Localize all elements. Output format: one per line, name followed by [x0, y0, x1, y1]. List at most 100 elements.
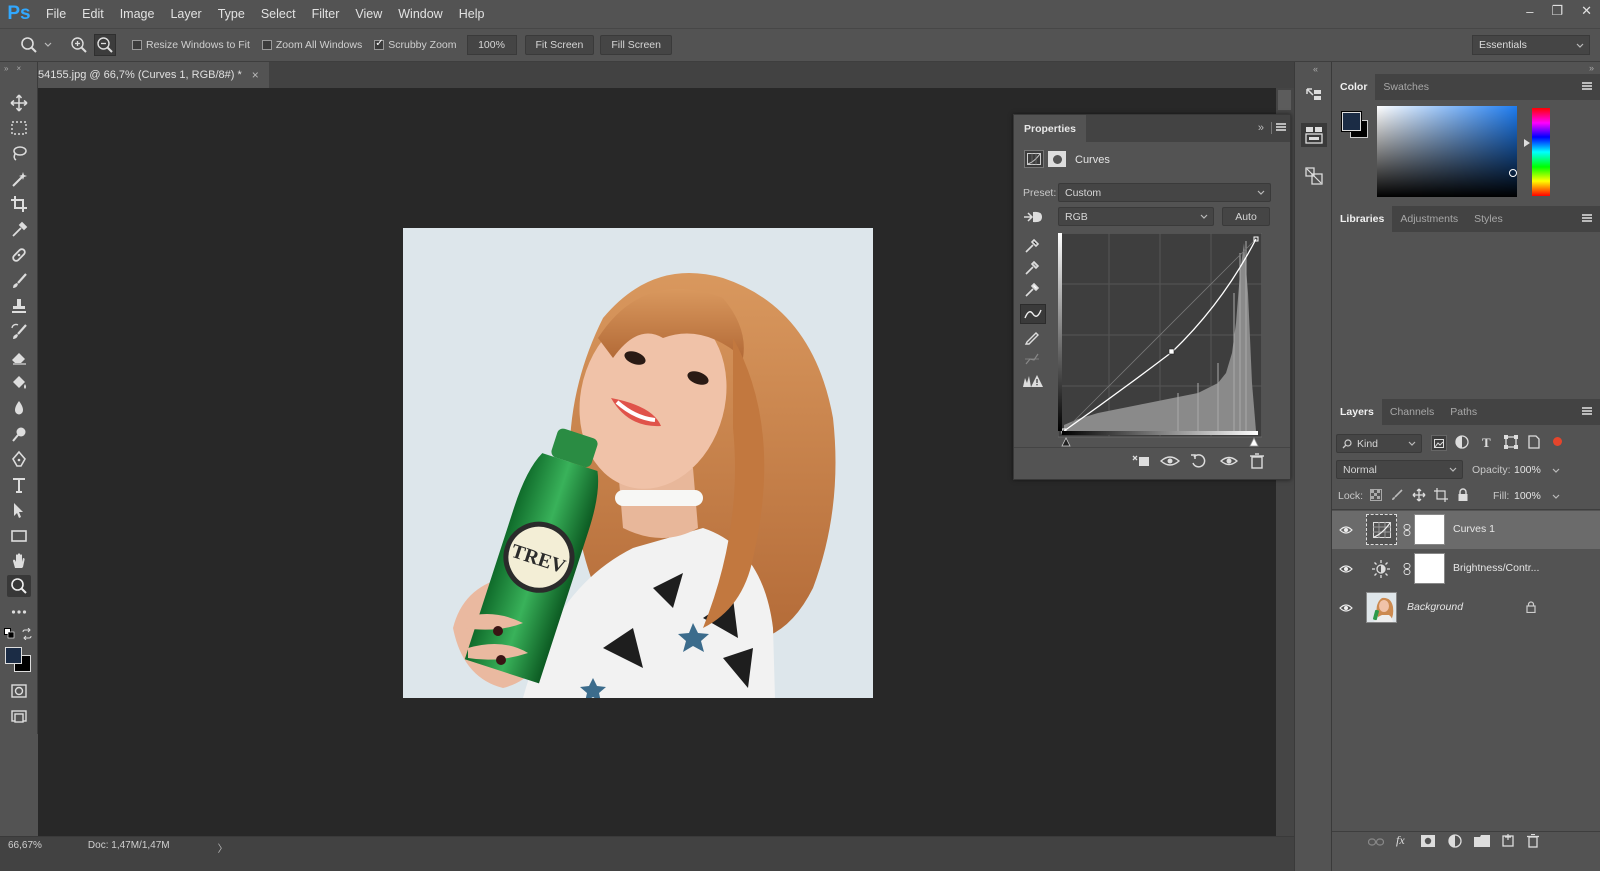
clip-to-layer-icon[interactable] [1132, 453, 1150, 469]
tab-swatches[interactable]: Swatches [1375, 74, 1437, 100]
collapse-panel-icon[interactable]: » [1258, 122, 1264, 134]
reset-adjustment-icon[interactable] [1190, 453, 1206, 469]
expand-panels-icon[interactable]: « [1313, 64, 1318, 74]
curves-adjustment-icon[interactable] [1024, 150, 1044, 168]
move-tool-icon[interactable] [7, 92, 31, 114]
preset-dropdown[interactable]: Custom [1058, 183, 1271, 202]
edit-points-curve-icon[interactable] [1020, 304, 1046, 324]
zoom-value-field[interactable]: 100% [466, 35, 517, 55]
color-picker-cursor[interactable] [1509, 169, 1517, 177]
channel-dropdown[interactable]: RGB [1058, 207, 1214, 226]
workspace-select[interactable]: Essentials [1472, 35, 1590, 55]
layer-mask-thumbnail[interactable] [1414, 514, 1445, 545]
collapse-right-panels-icon[interactable]: » [1589, 63, 1594, 73]
menu-filter[interactable]: Filter [304, 7, 348, 21]
delete-layer-icon[interactable] [1527, 834, 1539, 848]
smooth-curve-icon[interactable] [1024, 351, 1040, 367]
layer-row-curves[interactable]: Curves 1 [1332, 511, 1552, 549]
hue-slider-marker[interactable] [1524, 139, 1530, 147]
tab-adjustments[interactable]: Adjustments [1392, 206, 1466, 232]
rectangle-tool-icon[interactable] [7, 525, 31, 547]
eye-icon[interactable] [1339, 525, 1353, 535]
toggle-visibility-icon[interactable] [1220, 453, 1238, 469]
resize-windows-box[interactable] [132, 40, 142, 50]
menu-type[interactable]: Type [210, 7, 253, 21]
document-image[interactable]: TREV [403, 228, 873, 698]
brush-tool-icon[interactable] [7, 270, 31, 292]
view-previous-state-icon[interactable] [1160, 453, 1180, 469]
filter-pixel-layers-icon[interactable] [1431, 435, 1447, 451]
tab-layers[interactable]: Layers [1332, 399, 1382, 425]
quick-mask-icon[interactable] [7, 680, 31, 702]
close-document-icon[interactable]: × [252, 68, 259, 82]
layer-mask-icon[interactable] [1048, 151, 1066, 167]
properties-menu-icon[interactable] [1276, 123, 1286, 131]
layer-mask-thumbnail[interactable] [1414, 553, 1445, 584]
lasso-tool-icon[interactable] [7, 142, 31, 164]
menu-view[interactable]: View [347, 7, 390, 21]
zoom-all-windows-checkbox[interactable]: Zoom All Windows [261, 39, 362, 51]
lock-all-icon[interactable] [1457, 488, 1469, 502]
layer-row-background[interactable]: Background [1332, 589, 1552, 627]
fill-value[interactable]: 100% [1514, 490, 1541, 502]
eye-icon[interactable] [1339, 603, 1353, 613]
glyphs-panel-icon[interactable] [1304, 166, 1324, 186]
filter-type-layers-icon[interactable]: T [1482, 435, 1491, 451]
gray-point-eyedropper-icon[interactable] [1024, 260, 1040, 276]
layers-panel-menu-icon[interactable] [1582, 407, 1592, 415]
scrubby-zoom-checkbox[interactable]: Scrubby Zoom [374, 38, 457, 51]
hand-tool-icon[interactable] [7, 550, 31, 572]
default-colors-icon[interactable] [4, 628, 16, 640]
link-icon[interactable] [1403, 524, 1411, 536]
zoom-tool-preset-icon[interactable] [20, 36, 52, 54]
color-panel-menu-icon[interactable] [1582, 82, 1592, 90]
opacity-chevron-icon[interactable] [1552, 468, 1560, 474]
lock-image-pixels-icon[interactable] [1391, 489, 1403, 501]
scrubby-zoom-box[interactable] [374, 38, 385, 50]
marquee-tool-icon[interactable] [7, 117, 31, 139]
filter-toggle-icon[interactable] [1553, 437, 1562, 446]
fit-screen-button[interactable]: Fit Screen [524, 35, 595, 55]
filter-shape-layers-icon[interactable] [1504, 435, 1518, 449]
new-adjustment-layer-icon[interactable] [1448, 834, 1462, 848]
layer-name[interactable]: Curves 1 [1453, 523, 1495, 535]
delete-adjustment-icon[interactable] [1250, 453, 1264, 469]
dodge-tool-icon[interactable] [7, 423, 31, 445]
auto-button[interactable]: Auto [1222, 207, 1270, 226]
layer-style-fx-icon[interactable]: fx [1396, 833, 1405, 848]
layer-name[interactable]: Background [1407, 601, 1463, 613]
eye-icon[interactable] [1339, 564, 1353, 574]
path-selection-tool-icon[interactable] [7, 499, 31, 521]
swap-colors-icon[interactable] [21, 628, 33, 640]
hue-slider[interactable] [1532, 108, 1550, 196]
link-icon[interactable] [1403, 563, 1411, 575]
healing-brush-tool-icon[interactable] [7, 244, 31, 266]
restore-button[interactable]: ❐ [1551, 3, 1563, 19]
fill-chevron-icon[interactable] [1552, 494, 1560, 500]
properties-panel-icon[interactable] [1301, 123, 1327, 147]
menu-image[interactable]: Image [112, 7, 163, 21]
pen-tool-icon[interactable] [7, 448, 31, 470]
new-layer-icon[interactable] [1501, 834, 1515, 848]
white-point-eyedropper-icon[interactable] [1024, 282, 1040, 298]
lock-transparent-pixels-icon[interactable] [1370, 489, 1382, 501]
magic-wand-tool-icon[interactable] [7, 168, 31, 190]
type-tool-icon[interactable] [7, 474, 31, 496]
tab-color[interactable]: Color [1332, 74, 1376, 100]
close-window-button[interactable]: ✕ [1581, 3, 1592, 19]
history-panel-icon[interactable] [1304, 86, 1324, 106]
lock-position-icon[interactable] [1412, 488, 1426, 502]
minimize-button[interactable]: – [1526, 4, 1533, 19]
filter-adjustment-layers-icon[interactable] [1455, 435, 1469, 449]
layer-filter-dropdown[interactable]: Kind [1336, 434, 1422, 453]
zoom-in-icon[interactable] [70, 36, 88, 54]
tab-channels[interactable]: Channels [1382, 399, 1442, 425]
blend-mode-dropdown[interactable]: Normal [1336, 460, 1463, 479]
blur-tool-icon[interactable] [7, 397, 31, 419]
libraries-panel-menu-icon[interactable] [1582, 214, 1592, 222]
menu-file[interactable]: File [38, 7, 74, 21]
tab-paths[interactable]: Paths [1442, 399, 1485, 425]
crop-tool-icon[interactable] [7, 193, 31, 215]
menu-select[interactable]: Select [253, 7, 304, 21]
foreground-color-swatch[interactable] [5, 647, 22, 664]
